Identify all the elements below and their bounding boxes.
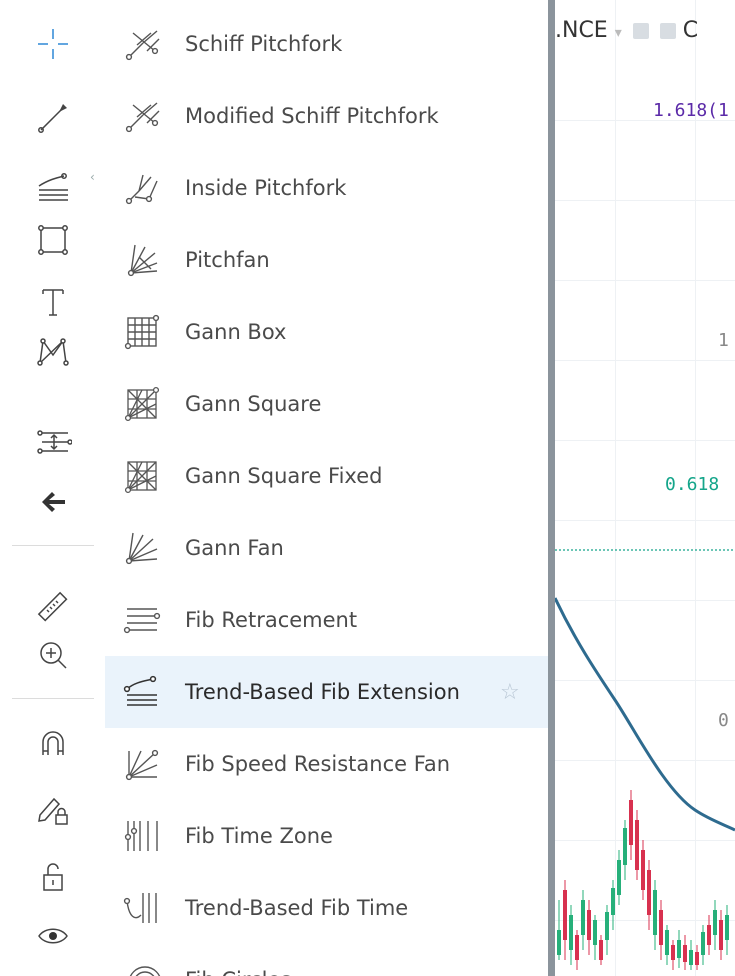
fib-time-zone-icon [117, 811, 167, 861]
pattern-icon[interactable] [28, 330, 78, 374]
menu-item-fib-retracement[interactable]: Fib Retracement [105, 584, 548, 656]
menu-item-label: Trend-Based Fib Time [185, 896, 409, 920]
candle-body [647, 870, 651, 915]
menu-item-gann-square[interactable]: Gann Square [105, 368, 548, 440]
candle-body [659, 910, 663, 945]
candle-body [557, 930, 561, 955]
menu-item-inside-pitchfork[interactable]: Inside Pitchfork [105, 152, 548, 224]
menu-item-gann-box[interactable]: Gann Box [105, 296, 548, 368]
candle-body [617, 860, 621, 895]
candle-body [713, 910, 717, 935]
fib-tools-icon[interactable] [28, 165, 78, 209]
fib-circles-icon [117, 955, 167, 976]
menu-item-label: Fib Time Zone [185, 824, 333, 848]
modified-schiff-pitchfork-icon [117, 91, 167, 141]
zoom-in-icon[interactable] [28, 633, 78, 677]
drawing-toolbar: ‹ [0, 0, 106, 976]
favorite-star-icon[interactable]: ☆ [500, 680, 520, 705]
candle-body [683, 945, 687, 962]
chart-area[interactable]: .NCE ▾ C 1.618(1 1 0.618 0 [555, 0, 735, 976]
candle-body [599, 940, 603, 960]
menu-item-trend-based-fib-time[interactable]: Trend-Based Fib Time [105, 872, 548, 944]
menu-item-gann-square-fixed[interactable]: Gann Square Fixed [105, 440, 548, 512]
fib-retracement-icon [117, 595, 167, 645]
ruler-icon[interactable] [28, 585, 78, 629]
back-arrow-icon[interactable] [28, 480, 78, 524]
candle-body [653, 890, 657, 935]
candle-body [605, 912, 609, 940]
candle-body [629, 800, 633, 845]
drawing-tools-menu: Schiff Pitchfork Modified Schiff Pitchfo… [105, 0, 548, 976]
menu-item-label: Fib Speed Resistance Fan [185, 752, 451, 776]
menu-item-fib-speed-resistance-fan[interactable]: Fib Speed Resistance Fan [105, 728, 548, 800]
schiff-pitchfork-icon [117, 19, 167, 69]
candle-body [575, 935, 579, 960]
candle-body [581, 900, 585, 935]
toolbar-separator [12, 698, 94, 699]
menu-item-label: Gann Square Fixed [185, 464, 383, 488]
prediction-icon[interactable] [28, 420, 78, 464]
candles-group [557, 790, 729, 970]
candle-body [665, 930, 669, 955]
candle-body [689, 950, 693, 965]
rectangle-icon[interactable] [28, 218, 78, 262]
menu-item-fib-circles[interactable]: Fib Circles [105, 944, 548, 976]
menu-item-label: Modified Schiff Pitchfork [185, 104, 439, 128]
gann-square-fixed-icon [117, 451, 167, 501]
gann-box-icon [117, 307, 167, 357]
moving-average-line [555, 597, 735, 832]
menu-item-gann-fan[interactable]: Gann Fan [105, 512, 548, 584]
candle-body [707, 925, 711, 945]
trend-based-fib-time-icon [117, 883, 167, 933]
candle-body [563, 890, 567, 940]
candle-body [569, 915, 573, 950]
toolbar-separator [12, 545, 94, 546]
candle-body [719, 920, 723, 950]
eye-icon[interactable] [28, 914, 78, 958]
candle-body [587, 910, 591, 940]
text-icon[interactable] [28, 280, 78, 324]
candle-body [611, 888, 615, 915]
unlock-icon[interactable] [28, 854, 78, 898]
candle-body [641, 850, 645, 890]
candle-body [701, 932, 705, 955]
menu-item-trend-based-fib-extension[interactable]: Trend-Based Fib Extension ☆ [105, 656, 548, 728]
menu-item-pitchfan[interactable]: Pitchfan [105, 224, 548, 296]
candle-body [635, 820, 639, 870]
fib-speed-resistance-fan-icon [117, 739, 167, 789]
menu-item-label: Fib Circles [185, 968, 291, 976]
trend-line-icon[interactable] [28, 96, 78, 140]
candle-body [725, 915, 729, 940]
menu-item-modified-schiff-pitchfork[interactable]: Modified Schiff Pitchfork [105, 80, 548, 152]
gann-fan-icon [117, 523, 167, 573]
price-plot [555, 549, 735, 970]
crosshair-icon[interactable] [28, 22, 78, 66]
menu-item-label: Gann Box [185, 320, 287, 344]
candle-body [623, 828, 627, 865]
menu-item-label: Pitchfan [185, 248, 270, 272]
candle-body [593, 920, 597, 945]
menu-item-label: Schiff Pitchfork [185, 32, 343, 56]
candle-body [671, 945, 675, 960]
pitchfan-icon [117, 235, 167, 285]
inside-pitchfork-icon [117, 163, 167, 213]
menu-item-fib-time-zone[interactable]: Fib Time Zone [105, 800, 548, 872]
expand-arrow-icon: ‹ [90, 170, 95, 184]
magnet-icon[interactable] [28, 722, 78, 766]
lock-drawing-icon[interactable] [28, 788, 78, 832]
menu-item-label: Fib Retracement [185, 608, 358, 632]
candle-body [695, 952, 699, 965]
gann-square-icon [117, 379, 167, 429]
menu-item-label: Gann Square [185, 392, 322, 416]
panel-divider[interactable] [548, 0, 555, 976]
trend-based-fib-extension-icon [117, 667, 167, 717]
menu-item-label: Gann Fan [185, 536, 284, 560]
menu-item-schiff-pitchfork[interactable]: Schiff Pitchfork [105, 8, 548, 80]
menu-item-label: Inside Pitchfork [185, 176, 347, 200]
candle-body [677, 940, 681, 958]
menu-item-label: Trend-Based Fib Extension [185, 680, 460, 704]
